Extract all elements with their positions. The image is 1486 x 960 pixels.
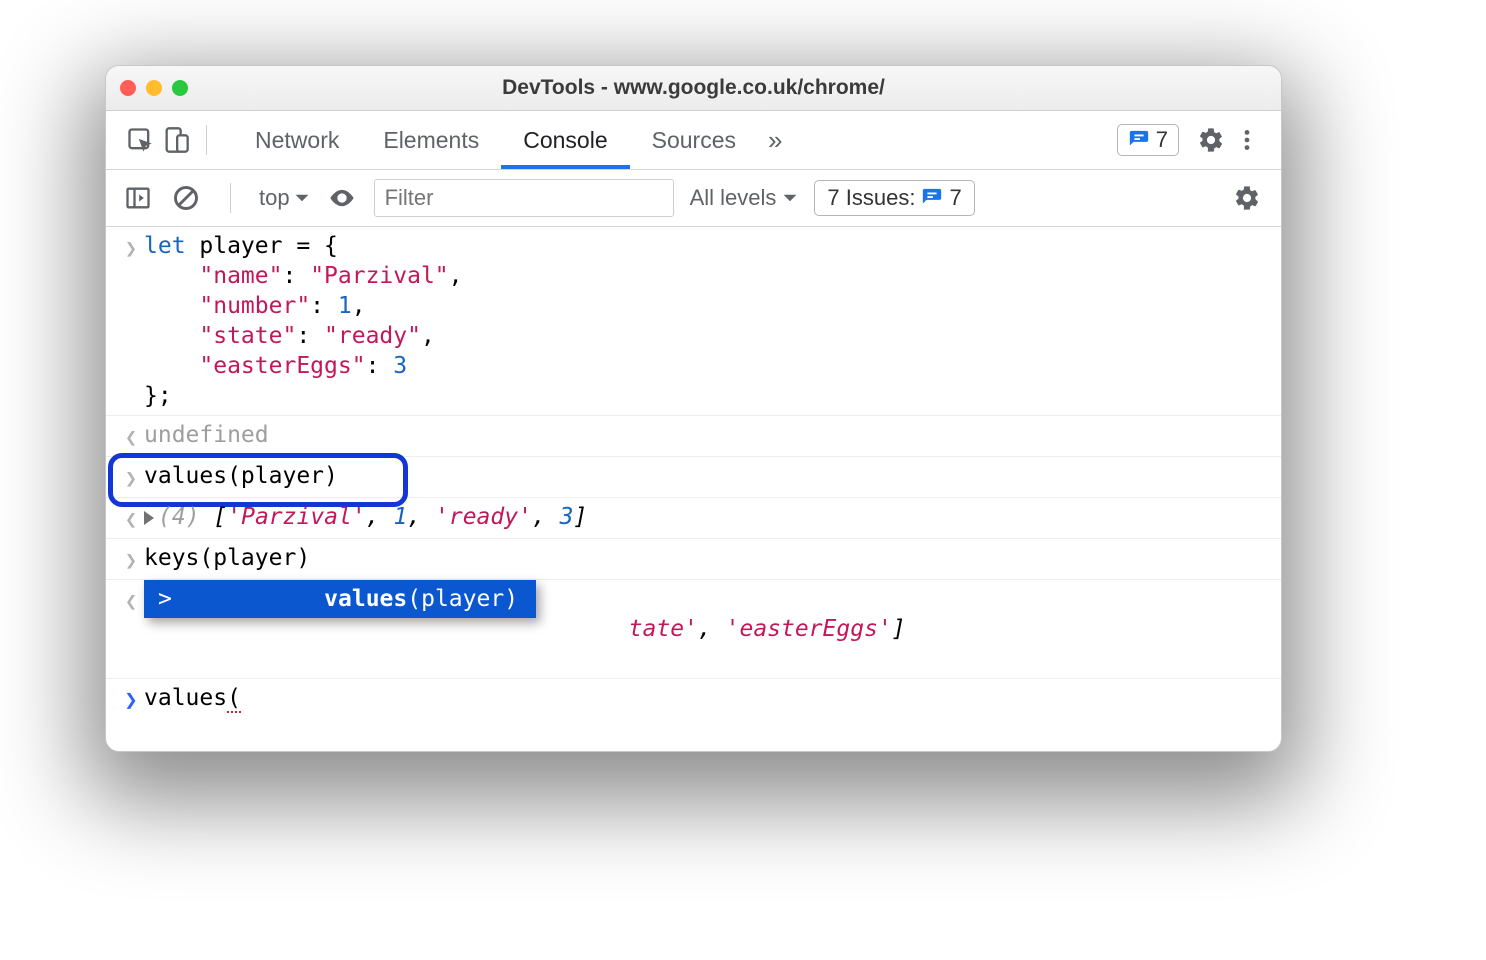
tab-elements[interactable]: Elements	[361, 111, 501, 169]
console-code: let player = { "name": "Parzival", "numb…	[144, 231, 1269, 411]
kebab-menu-icon[interactable]	[1229, 122, 1265, 158]
console-body[interactable]: let player = { "name": "Parzival", "numb…	[106, 227, 1281, 751]
autocomplete-popup[interactable]: > values(player)	[144, 580, 536, 618]
separator	[206, 125, 207, 155]
more-tabs-button[interactable]: »	[758, 111, 792, 169]
main-tab-bar: Network Elements Console Sources » 7	[106, 111, 1281, 170]
input-marker-icon	[118, 461, 144, 493]
filter-input[interactable]	[374, 179, 674, 217]
output-marker-icon	[118, 502, 144, 534]
live-expression-icon[interactable]	[326, 182, 358, 214]
tab-console[interactable]: Console	[501, 111, 629, 169]
chevron-down-icon	[294, 190, 310, 206]
console-output-row[interactable]: (4) ['Parzival', 1, 'ready', 3]	[106, 498, 1281, 539]
console-output-array: (4) ['Parzival', 1, 'ready', 3]	[144, 502, 1269, 532]
console-output-undefined: undefined	[144, 420, 1269, 450]
input-marker-icon	[118, 231, 144, 263]
console-prompt-text[interactable]: values(	[144, 683, 1269, 713]
console-code: keys(player)	[144, 543, 1269, 573]
console-output-row: undefined	[106, 416, 1281, 457]
output-marker-icon	[118, 584, 144, 616]
message-icon	[921, 187, 943, 209]
console-output-row[interactable]: (4) ['name', 'number', 'state', 'easterE…	[106, 580, 1281, 679]
messages-count: 7	[1156, 127, 1168, 153]
tab-sources[interactable]: Sources	[630, 111, 758, 169]
console-input-row: let player = { "name": "Parzival", "numb…	[106, 227, 1281, 416]
window-title-prefix: DevTools -	[502, 76, 614, 99]
separator	[230, 183, 231, 213]
prompt-marker-icon	[118, 683, 144, 716]
message-icon	[1128, 129, 1150, 151]
console-settings-gear-icon[interactable]	[1229, 180, 1265, 216]
tab-network[interactable]: Network	[233, 111, 361, 169]
window-title: DevTools - www.google.co.uk/chrome/	[106, 76, 1281, 100]
context-selector[interactable]: top	[259, 185, 310, 211]
console-input-row: keys(player)	[106, 539, 1281, 580]
device-toggle-icon[interactable]	[158, 122, 194, 158]
input-marker-icon	[118, 543, 144, 575]
console-prompt-row[interactable]: values(	[106, 679, 1281, 720]
output-marker-icon	[118, 420, 144, 452]
chevron-down-icon	[782, 190, 798, 206]
toggle-sidebar-icon[interactable]	[122, 182, 154, 214]
clear-console-icon[interactable]	[170, 182, 202, 214]
log-levels-selector[interactable]: All levels	[690, 185, 799, 211]
devtools-window: DevTools - www.google.co.uk/chrome/ Netw…	[105, 65, 1282, 752]
console-code: values(player)	[144, 461, 1269, 491]
expand-triangle-icon[interactable]	[144, 511, 154, 525]
settings-gear-icon[interactable]	[1193, 122, 1229, 158]
title-bar: DevTools - www.google.co.uk/chrome/	[106, 66, 1281, 111]
inspect-element-icon[interactable]	[122, 122, 158, 158]
issues-chip[interactable]: 7 Issues: 7	[814, 180, 974, 216]
console-messages-chip[interactable]: 7	[1117, 124, 1179, 156]
panel-tabs: Network Elements Console Sources »	[233, 111, 792, 169]
window-title-url: www.google.co.uk/chrome/	[614, 76, 885, 99]
console-input-row: values(player)	[106, 457, 1281, 498]
console-toolbar: top All levels 7 Issues: 7	[106, 170, 1281, 227]
